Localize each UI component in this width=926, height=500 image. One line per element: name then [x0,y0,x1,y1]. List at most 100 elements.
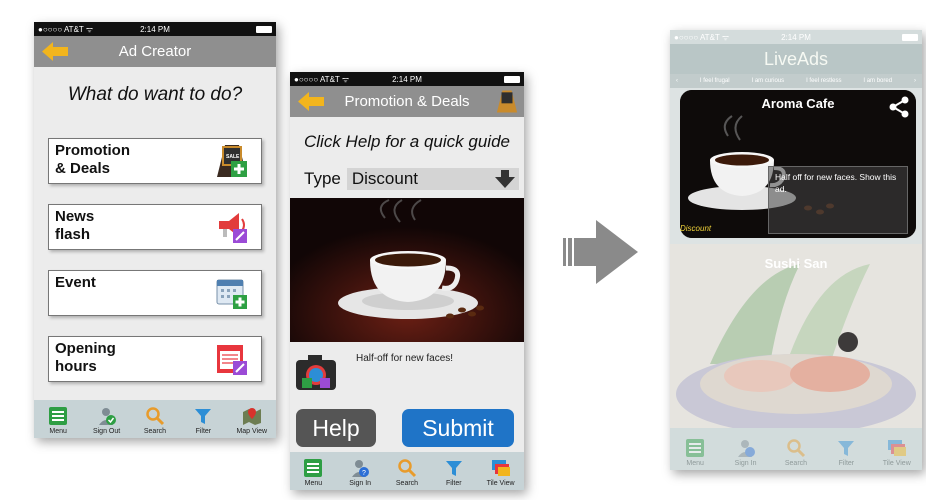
down-arrow-icon [494,170,515,188]
clock-text: 2:14 PM [140,24,170,34]
tab-sign-in[interactable]: Sign In [725,438,767,467]
page-title: Promotion & Deals [344,93,470,110]
clock-text: 2:14 PM [781,32,811,42]
camera-icon[interactable] [294,350,338,394]
submit-button[interactable]: Submit [402,409,514,447]
filter-icon [195,409,212,424]
offer-text: Half off for new faces. Show this ad. [768,166,908,234]
type-row: Type Discount [304,168,519,190]
tab-label: Sign In [349,480,372,487]
tab-tile-view[interactable]: Tile View [876,438,918,467]
share-icon[interactable] [888,96,910,118]
option-label: Event [55,274,96,291]
type-label: Type [304,169,341,188]
ad-card[interactable]: Aroma Cafe Half off for new faces. Show … [680,90,916,238]
tab-label: Search [395,480,419,487]
tile-view-icon [887,440,906,456]
tab-bar: Menu Sign In Search Filter Tile View [670,428,922,470]
tab-map-view[interactable]: Map View [231,406,273,435]
menu-icon [304,459,323,477]
opening-hours-option[interactable]: Opening hours [48,336,262,382]
tab-menu[interactable]: Menu [37,406,79,435]
carrier-text: ●○○○○ AT&T ᯤ [674,32,730,42]
tab-label: Map View [236,428,268,435]
option-label: News flash [55,208,95,243]
help-button[interactable]: Help [296,409,376,447]
tab-sign-in[interactable]: ? Sign In [339,458,381,487]
option-label: Promotion & Deals [55,142,130,177]
tab-label: Menu [304,480,323,487]
tab-search[interactable]: Search [386,458,428,487]
tab-tile-view[interactable]: Tile View [480,458,522,487]
deal-type-tag: Discount [680,224,712,233]
mood-chip[interactable]: I feel frugal [700,78,730,84]
mood-chip[interactable]: I feel restless [806,78,841,84]
sushi-image [670,244,922,428]
promotion-deals-option[interactable]: Promotion & Deals SALE [48,138,262,184]
battery-icon [837,33,918,41]
back-arrow-icon[interactable] [42,42,68,61]
back-arrow-icon[interactable] [298,92,324,111]
ad-caption[interactable]: Half-off for new faces! [356,353,453,364]
clock-text: 2:14 PM [392,74,422,84]
sign-in-icon [737,440,755,457]
tab-filter[interactable]: Filter [825,438,867,467]
promotion-icon [496,90,518,113]
tab-label: Sign In [734,460,757,467]
type-value: Discount [351,169,418,188]
type-dropdown[interactable]: Discount [346,168,519,190]
tab-label: Menu [686,460,704,467]
tab-label: Filter [446,480,462,487]
status-bar: ●○○○○ AT&T ᯤ 2:14 PM [670,30,922,44]
menu-icon [686,439,705,457]
tab-label: Search [784,460,808,467]
option-label: Opening hours [55,340,116,375]
tab-label: Menu [49,428,67,435]
ad-image[interactable] [290,198,524,342]
tab-label: Tile View [882,460,911,467]
battery-icon [194,25,272,33]
tab-sign-out[interactable]: Sign Out [86,406,128,435]
tab-search[interactable]: Search [134,406,176,435]
tab-label: Search [143,428,167,435]
caption-row: Half-off for new faces! [290,342,524,402]
filter-icon [445,461,462,476]
calendar-icon [216,279,247,309]
menu-icon [49,407,68,425]
mood-chip[interactable]: I am bored [863,78,892,84]
tab-menu[interactable]: Menu [674,438,716,467]
news-flash-option[interactable]: News flash [48,204,262,250]
search-icon [398,459,417,478]
page-title: Ad Creator [118,43,192,60]
carrier-text: ●○○○○ AT&T ᯤ [38,24,94,34]
help-hint: Click Help for a quick guide [304,132,510,151]
business-name: Aroma Cafe [761,96,835,111]
liveads-screen: ●○○○○ AT&T ᯤ 2:14 PM LiveAds ‹ I feel fr… [670,30,922,470]
right-arrow-icon [563,220,638,284]
tab-label: Filter [195,428,212,435]
tab-menu[interactable]: Menu [292,458,334,487]
tab-filter[interactable]: Filter [433,458,475,487]
ad-card[interactable]: Sushi San [670,244,922,428]
tab-search[interactable]: Search [775,438,817,467]
coffee-cup-image [290,198,524,342]
map-view-icon [242,408,261,425]
tab-label: Sign Out [92,428,121,435]
promotion-icon: SALE [217,145,247,177]
tab-filter[interactable]: Filter [182,406,224,435]
mood-prev-arrow[interactable]: ‹ [676,78,678,84]
battery-icon [445,75,520,83]
sign-in-icon: ? [352,460,370,477]
mood-next-arrow[interactable]: › [914,78,916,84]
tile-view-icon [491,460,510,476]
title-bar: Ad Creator [34,36,276,67]
carrier-text: ●○○○○ AT&T ᯤ [294,74,350,84]
mood-chip[interactable]: I am curious [752,78,785,84]
event-option[interactable]: Event [48,270,262,316]
opening-hours-icon [217,345,247,375]
question-heading: What do want to do? [67,84,243,105]
tab-label: Filter [838,460,855,467]
status-bar: ●○○○○ AT&T ᯤ 2:14 PM [34,22,276,36]
promotion-deals-screen: ●○○○○ AT&T ᯤ 2:14 PM Promotion & Deals C… [290,72,524,490]
tab-label: Tile View [486,480,515,487]
